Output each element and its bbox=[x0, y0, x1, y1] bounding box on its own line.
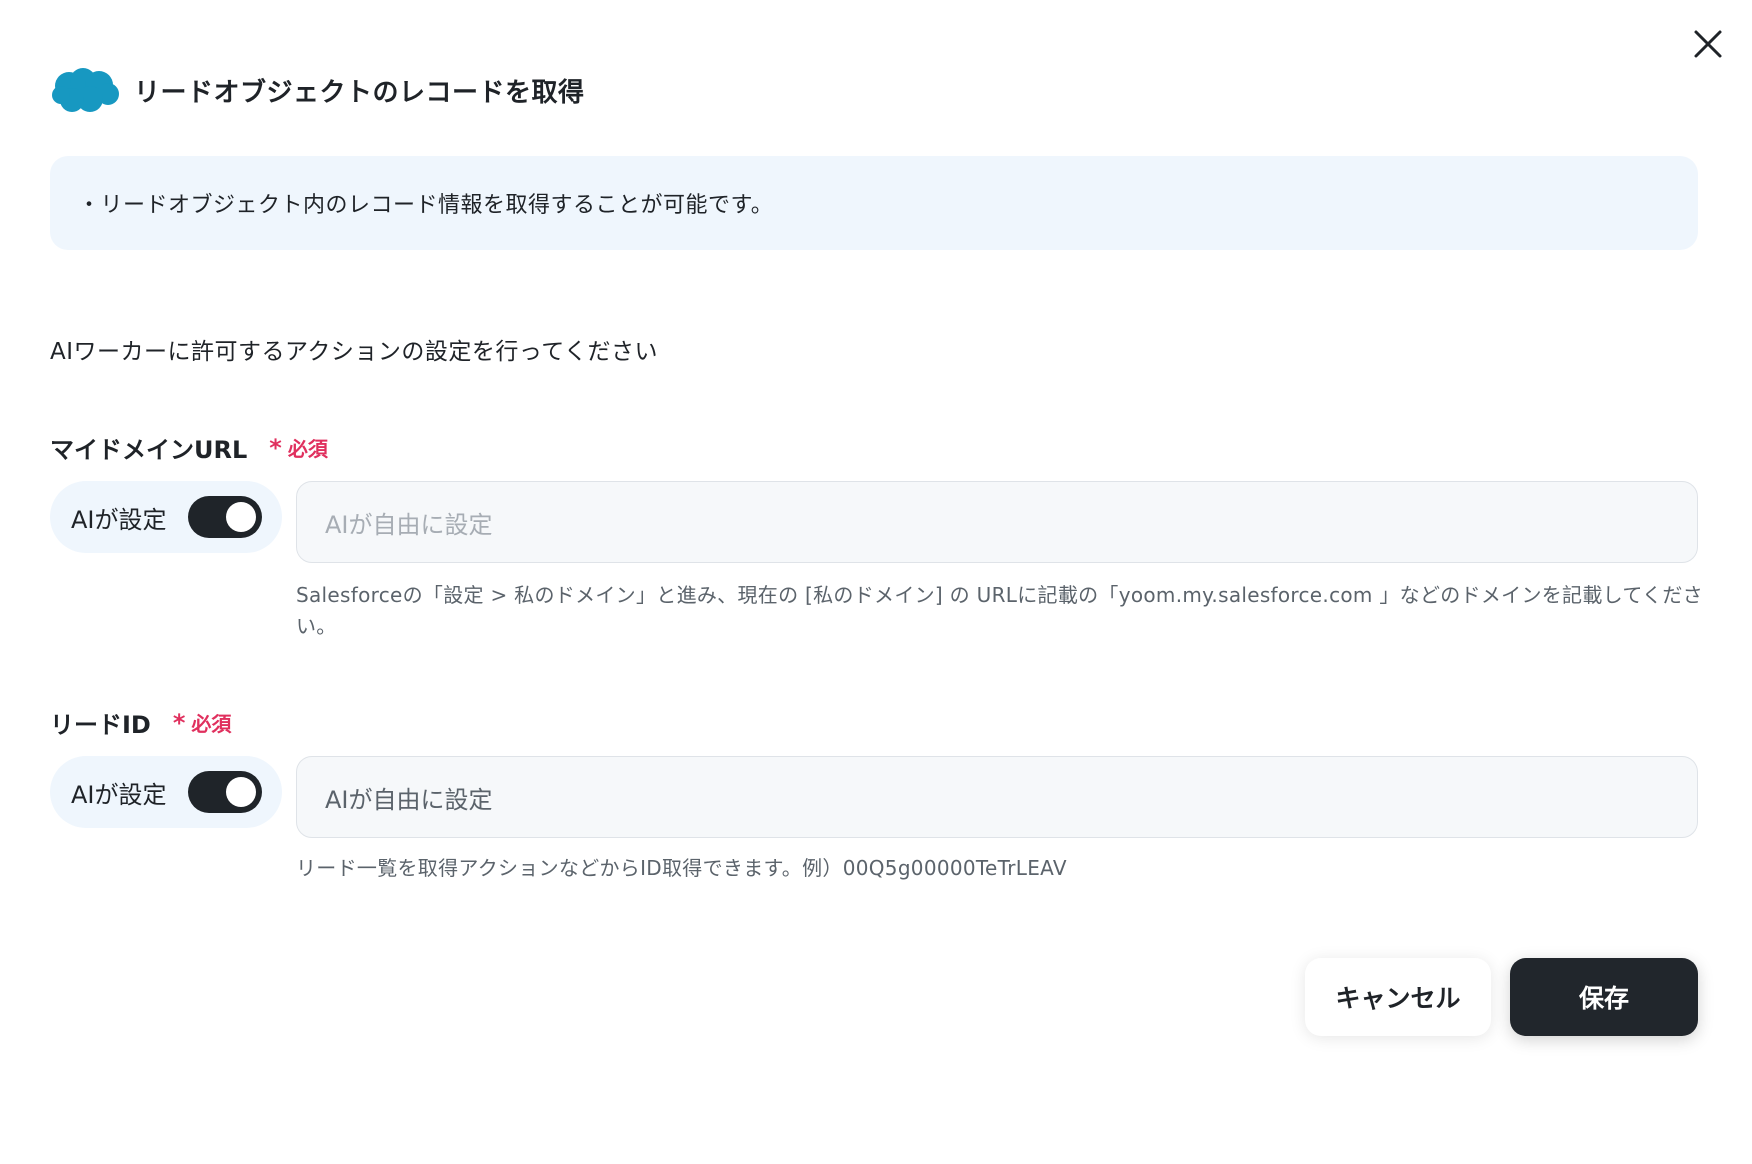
salesforce-cloud-icon bbox=[50, 64, 120, 116]
ai-setting-toggle-group: AIが設定 bbox=[50, 756, 282, 828]
info-banner: ・リードオブジェクト内のレコード情報を取得することが可能です。 bbox=[50, 156, 1698, 250]
ai-toggle-label: AIが設定 bbox=[71, 505, 167, 534]
dialog-header: リードオブジェクトのレコードを取得 bbox=[50, 64, 585, 116]
info-text: ・リードオブジェクト内のレコード情報を取得することが可能です。 bbox=[78, 193, 774, 218]
input-placeholder: AIが自由に設定 bbox=[325, 785, 493, 814]
required-badge: * 必須 bbox=[269, 433, 328, 462]
ai-toggle-switch[interactable] bbox=[188, 496, 262, 538]
label-text: リードID bbox=[50, 711, 151, 739]
ai-setting-toggle-group: AIが設定 bbox=[50, 481, 282, 553]
field-label-lead-id: リードID * 必須 bbox=[50, 705, 231, 740]
field-label-domain-url: マイドメインURL * 必須 bbox=[50, 430, 328, 465]
save-button[interactable]: 保存 bbox=[1510, 958, 1698, 1036]
domain-url-input[interactable]: AIが自由に設定 bbox=[296, 481, 1698, 563]
dialog-title: リードオブジェクトのレコードを取得 bbox=[134, 77, 585, 108]
input-placeholder: AIが自由に設定 bbox=[325, 510, 493, 539]
ai-toggle-switch[interactable] bbox=[188, 771, 262, 813]
ai-toggle-label: AIが設定 bbox=[71, 780, 167, 809]
cancel-button[interactable]: キャンセル bbox=[1305, 958, 1491, 1036]
toggle-knob bbox=[226, 777, 256, 807]
required-badge: * 必須 bbox=[173, 708, 232, 737]
close-icon[interactable] bbox=[1690, 26, 1726, 62]
field-help-text: リード一覧を取得アクションなどからID取得できます。例）00Q5g00000Te… bbox=[296, 856, 1067, 880]
instruction-text: AIワーカーに許可するアクションの設定を行ってください bbox=[50, 339, 659, 365]
lead-id-input[interactable]: AIが自由に設定 bbox=[296, 756, 1698, 838]
required-text: 必須 bbox=[191, 712, 232, 736]
label-text: マイドメインURL bbox=[50, 436, 248, 464]
field-help-text: Salesforceの「設定 > 私のドメイン」と進み、現在の [私のドメイン]… bbox=[296, 583, 1703, 638]
toggle-knob bbox=[226, 502, 256, 532]
required-star: * bbox=[172, 708, 186, 737]
action-settings-dialog: リードオブジェクトのレコードを取得 ・リードオブジェクト内のレコード情報を取得す… bbox=[0, 0, 1752, 1164]
required-star: * bbox=[269, 433, 282, 462]
required-text: 必須 bbox=[287, 437, 328, 461]
